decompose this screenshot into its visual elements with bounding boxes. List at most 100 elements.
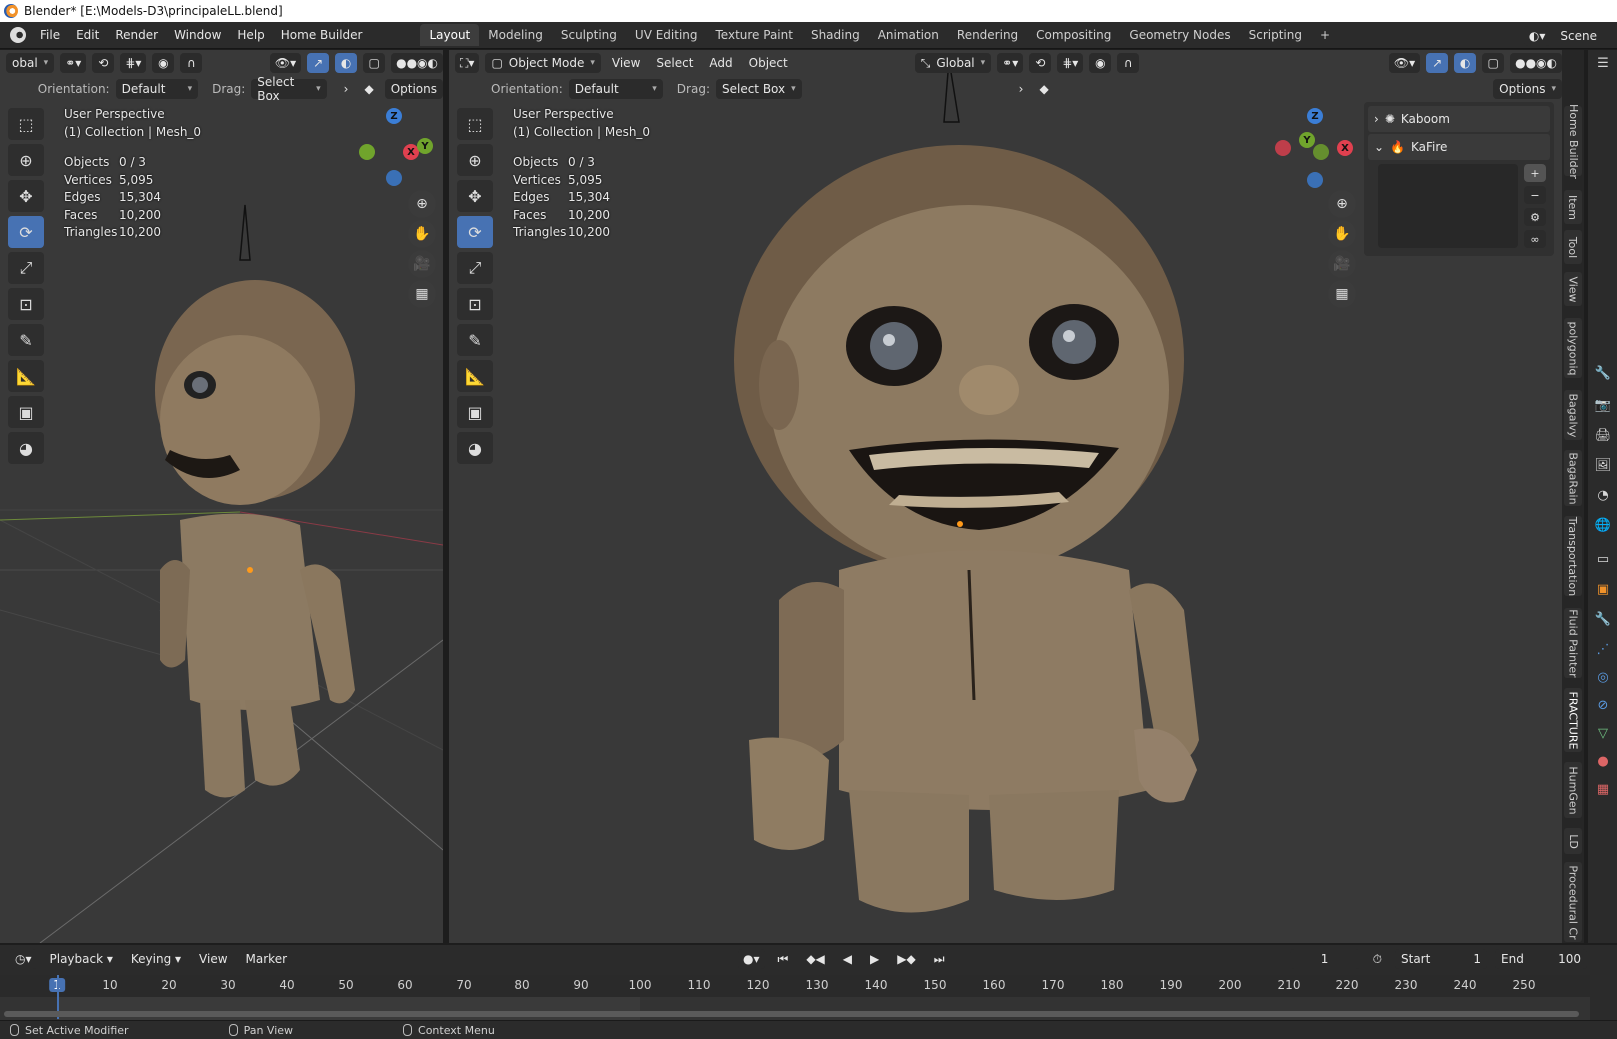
tab-geometry-nodes[interactable]: Geometry Nodes bbox=[1120, 24, 1239, 46]
expanded-chevron-icon[interactable]: ⌄ bbox=[1374, 140, 1384, 154]
scale-tool-icon[interactable]: ⤢ bbox=[457, 252, 493, 284]
scale-tool-icon[interactable]: ⤢ bbox=[8, 252, 44, 284]
render-props-icon[interactable]: 📷 bbox=[1594, 396, 1612, 414]
gizmo-y-neg-axis[interactable] bbox=[1313, 144, 1329, 160]
gizmo-z-axis[interactable]: Z bbox=[1307, 108, 1323, 124]
menu-marker[interactable]: Marker bbox=[241, 952, 292, 966]
end-frame-field[interactable]: End 100 bbox=[1495, 949, 1587, 969]
proportional-edit-icon[interactable]: ◉ bbox=[152, 53, 175, 73]
timeline-track[interactable] bbox=[0, 997, 1590, 1021]
addon-icon[interactable]: ◆ bbox=[1034, 82, 1053, 96]
options-button[interactable]: Options ▾ bbox=[1493, 79, 1562, 99]
side-tab-tool[interactable]: Tool bbox=[1564, 230, 1582, 264]
panel-kafire[interactable]: ⌄ 🔥 KaFire bbox=[1368, 134, 1550, 160]
move-tool-icon[interactable]: ✥ bbox=[457, 180, 493, 212]
menu-home-builder[interactable]: Home Builder bbox=[273, 22, 371, 49]
ortho-grid-icon[interactable]: ▦ bbox=[408, 280, 436, 308]
side-tab-bagarain[interactable]: BagaRain bbox=[1564, 450, 1582, 506]
add-cube-tool-icon[interactable]: ▣ bbox=[8, 396, 44, 428]
scene-selector[interactable]: ◐▾ Scene bbox=[1523, 22, 1617, 49]
view-layer-icon[interactable]: 🖼 bbox=[1594, 456, 1612, 474]
blender-logo-icon[interactable] bbox=[10, 27, 26, 43]
menu-edit[interactable]: Edit bbox=[68, 22, 107, 49]
addon-icon[interactable]: ◆ bbox=[359, 82, 378, 96]
shading-modes-icon[interactable]: ●●◉◐ bbox=[391, 53, 443, 73]
right-navigation-gizmo[interactable]: Z Y X bbox=[1275, 108, 1355, 188]
prev-keyframe-icon[interactable]: ◆◀ bbox=[801, 952, 829, 966]
tool-props-icon[interactable]: 🔧 bbox=[1594, 364, 1612, 382]
expand-chevron-icon[interactable]: › bbox=[339, 82, 354, 96]
menu-object[interactable]: Object bbox=[744, 56, 793, 70]
preview-range-icon[interactable]: ⏱ bbox=[1368, 952, 1387, 967]
move-tool-icon[interactable]: ✥ bbox=[8, 180, 44, 212]
rotate-tool-icon[interactable]: ⟳ bbox=[457, 216, 493, 248]
snap-icon[interactable]: ⟲ bbox=[92, 53, 115, 73]
overlay-toggle-icon[interactable]: ◐ bbox=[1454, 53, 1477, 73]
side-tab-humgen[interactable]: HumGen bbox=[1564, 762, 1582, 818]
pan-hand-icon[interactable]: ✋ bbox=[408, 220, 436, 248]
menu-help[interactable]: Help bbox=[229, 22, 272, 49]
falloff-icon[interactable]: ∩ bbox=[1117, 53, 1140, 73]
menu-view[interactable]: View bbox=[607, 56, 645, 70]
list-add-icon[interactable]: + bbox=[1524, 164, 1546, 182]
scene-props-icon[interactable]: ◔ bbox=[1594, 486, 1612, 504]
left-transform-orientation[interactable]: obal ▾ bbox=[6, 53, 55, 73]
timeline-scrollbar[interactable] bbox=[4, 1011, 1579, 1017]
overlay-toggle-icon[interactable]: ◐ bbox=[335, 53, 358, 73]
list-settings-icon[interactable]: ⚙ bbox=[1524, 208, 1546, 226]
mode-dropdown[interactable]: ▢ Object Mode ▾ bbox=[485, 53, 601, 73]
start-frame-field[interactable]: Start 1 bbox=[1395, 949, 1487, 969]
side-tab-ld[interactable]: LD bbox=[1564, 828, 1582, 854]
kafire-list[interactable] bbox=[1378, 164, 1518, 248]
camera-view-icon[interactable]: 🎥 bbox=[408, 250, 436, 278]
camera-view-icon[interactable]: 🎥 bbox=[1328, 250, 1356, 278]
editor-type-icon[interactable]: ⛶▾ bbox=[455, 53, 480, 73]
annotate-tool-icon[interactable]: ✎ bbox=[8, 324, 44, 356]
constraints-props-icon[interactable]: ⊘ bbox=[1594, 696, 1612, 714]
menu-file[interactable]: File bbox=[32, 22, 68, 49]
side-tab-item[interactable]: Item bbox=[1564, 190, 1582, 224]
gizmo-y-axis[interactable]: Y bbox=[1299, 132, 1315, 148]
side-tab-procedural[interactable]: Procedural Cr bbox=[1564, 862, 1582, 942]
transform-tool-icon[interactable]: ⊡ bbox=[8, 288, 44, 320]
pan-hand-icon[interactable]: ✋ bbox=[1328, 220, 1356, 248]
gizmo-z-axis[interactable]: Z bbox=[386, 108, 402, 124]
tab-rendering[interactable]: Rendering bbox=[948, 24, 1027, 46]
right-3d-viewport[interactable]: ⛶▾ ▢ Object Mode ▾ View Select Add Object … bbox=[449, 50, 1562, 943]
tab-layout[interactable]: Layout bbox=[420, 24, 480, 46]
orientation-dropdown[interactable]: Default ▾ bbox=[568, 79, 663, 99]
tab-scripting[interactable]: Scripting bbox=[1240, 24, 1311, 46]
transform-tool-icon[interactable]: ⊡ bbox=[457, 288, 493, 320]
menu-timeline-view[interactable]: View bbox=[194, 952, 232, 966]
output-props-icon[interactable]: 🖨 bbox=[1594, 426, 1612, 444]
rotate-tool-icon[interactable]: ⟳ bbox=[8, 216, 44, 248]
zoom-icon[interactable]: ⊕ bbox=[1328, 190, 1356, 218]
add-workspace-icon[interactable]: + bbox=[1311, 24, 1339, 46]
particles-props-icon[interactable]: ⋰ bbox=[1594, 640, 1612, 658]
list-link-icon[interactable]: ∞ bbox=[1524, 230, 1546, 248]
outliner-icon[interactable]: ☰ bbox=[1594, 54, 1612, 72]
measure-tool-icon[interactable]: 📐 bbox=[8, 360, 44, 392]
modifier-props-icon[interactable]: 🔧 bbox=[1594, 610, 1612, 628]
menu-window[interactable]: Window bbox=[166, 22, 229, 49]
falloff-icon[interactable]: ∩ bbox=[180, 53, 203, 73]
gizmo-y-axis[interactable]: Y bbox=[417, 138, 433, 154]
material-props-icon[interactable]: ● bbox=[1594, 752, 1612, 770]
timeline-editor-type-icon[interactable]: ◷▾ bbox=[10, 949, 37, 969]
physics-props-icon[interactable]: ◎ bbox=[1594, 668, 1612, 686]
xray-icon[interactable]: ▢ bbox=[363, 53, 386, 73]
side-tab-fluid-painter[interactable]: Fluid Painter bbox=[1564, 608, 1582, 678]
add-cube-tool-icon[interactable]: ▣ bbox=[457, 396, 493, 428]
expand-chevron-icon[interactable]: › bbox=[1014, 82, 1029, 96]
world-props-icon[interactable]: 🌐 bbox=[1594, 516, 1612, 534]
addon-tool-icon[interactable]: ◕ bbox=[8, 432, 44, 464]
side-tab-fracture[interactable]: FRACTURE bbox=[1564, 688, 1582, 752]
tab-animation[interactable]: Animation bbox=[869, 24, 948, 46]
select-box-tool-icon[interactable]: ⬚ bbox=[8, 108, 44, 140]
right-transform-orientation[interactable]: ⤡ Global ▾ bbox=[914, 53, 992, 73]
measure-tool-icon[interactable]: 📐 bbox=[457, 360, 493, 392]
cursor-tool-icon[interactable]: ⊕ bbox=[457, 144, 493, 176]
options-button[interactable]: Options bbox=[384, 79, 443, 99]
shading-modes-icon[interactable]: ●●◉◐ bbox=[1510, 53, 1562, 73]
texture-props-icon[interactable]: ▦ bbox=[1594, 780, 1612, 798]
